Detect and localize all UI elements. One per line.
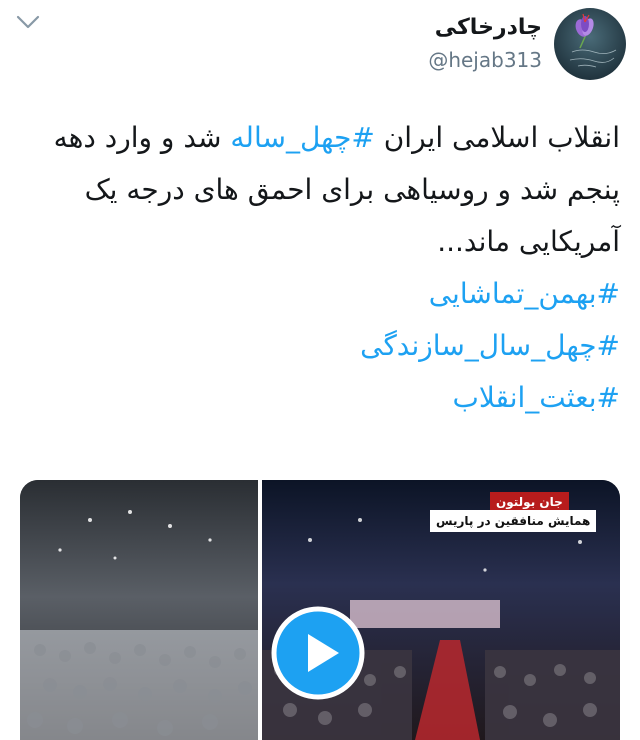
tweet-text: انقلاب اسلامی ایران #چهل_ساله شد و وارد … xyxy=(20,112,620,424)
play-icon[interactable] xyxy=(271,606,365,700)
hashtag-link[interactable]: #بهمن_تماشایی xyxy=(20,268,620,320)
tweet-intro: انقلاب اسلامی ایران xyxy=(374,121,620,154)
video-overlay-subtitle: همایش منافقین در پاریس xyxy=(430,510,597,532)
avatar-flower-icon xyxy=(554,8,626,80)
hashtag-link[interactable]: #چهل_ساله xyxy=(230,121,374,154)
tweet-header: چادرخاکی @hejab313 xyxy=(428,8,626,80)
tweet-body: انقلاب اسلامی ایران #چهل_ساله شد و وارد … xyxy=(20,112,620,268)
avatar[interactable] xyxy=(554,8,626,80)
video-overlay-title: جان بولتون xyxy=(490,492,569,512)
hashtag-link[interactable]: #بعثت_انقلاب xyxy=(20,372,620,424)
user-handle[interactable]: @hejab313 xyxy=(428,45,542,75)
display-name[interactable]: چادرخاکی xyxy=(428,13,542,43)
chevron-down-icon[interactable] xyxy=(14,10,42,34)
hashtag-link[interactable]: #چهل_سال_سازندگی xyxy=(20,320,620,372)
